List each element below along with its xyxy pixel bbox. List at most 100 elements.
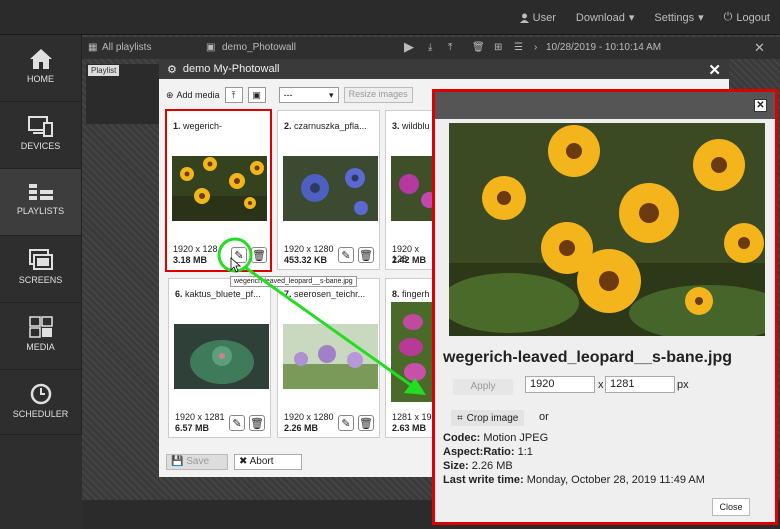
delete-button[interactable]: 🗑 <box>251 247 267 263</box>
media-card[interactable]: 6. kaktus_bluete_pf... 1920 x 1281 6.57 … <box>168 278 271 438</box>
sidebar-label-playlists: PLAYLISTS <box>16 206 65 216</box>
save-button[interactable]: 💾 Save <box>166 454 228 470</box>
card-thumbnail <box>283 324 378 389</box>
card-thumbnail <box>391 302 434 402</box>
edit-button[interactable]: ✎ <box>229 415 245 431</box>
sidebar-item-scheduler[interactable]: SCHEDULER <box>0 370 82 435</box>
upload-icon[interactable]: ⤒ <box>448 42 452 53</box>
edit-icon: ✎ <box>232 417 242 430</box>
last-write-value: Monday, October 28, 2019 11:49 AM <box>526 474 705 486</box>
card-number: 6. <box>175 289 183 299</box>
edit-button[interactable]: ✎ <box>338 415 354 431</box>
close-icon[interactable]: ✕ <box>754 40 765 56</box>
image-icon: ▣ <box>252 89 261 100</box>
download-menu[interactable]: Download ▾ <box>575 11 635 25</box>
card-number: 8. <box>392 289 400 299</box>
card-title: 6. kaktus_bluete_pf... <box>175 289 261 299</box>
height-input[interactable]: 1281 <box>605 376 675 393</box>
dialog-close-button[interactable]: ✕ <box>708 61 721 79</box>
user-icon <box>519 13 529 23</box>
chevron-right-icon[interactable]: › <box>534 42 537 53</box>
card-filesize: 6.57 MB <box>175 423 210 433</box>
media-select[interactable]: --- ▾ <box>278 87 339 103</box>
delete-button[interactable]: 🗑 <box>358 415 374 431</box>
resize-images-button[interactable]: Resize images <box>343 87 413 103</box>
scheduler-icon <box>30 383 51 405</box>
crop-image-button[interactable]: ⌗ Crop image <box>451 410 525 426</box>
media-card[interactable]: 7. seerosen_teichr... 1920 x 1280 2.26 M… <box>277 278 380 438</box>
media-card[interactable]: 8. fingerh 1281 x 19 2.63 MB <box>385 278 435 438</box>
upload-button[interactable]: ⤒ <box>224 87 243 103</box>
card-filename: czarnuszka_pfla... <box>294 121 367 131</box>
abort-button[interactable]: ✖ Abort <box>234 454 302 470</box>
add-media-button[interactable]: ⊕ Add media <box>166 90 220 101</box>
download-icon[interactable]: ⤓ <box>428 42 432 53</box>
image-button[interactable]: ▣ <box>247 87 266 103</box>
delete-button[interactable]: 🗑 <box>249 415 265 431</box>
card-filename: fingerh <box>402 289 430 299</box>
playlist-datetime: 10/28/2019 - 10:10:14 AM <box>546 42 662 53</box>
sidebar-label-home: HOME <box>27 74 54 84</box>
filename-tooltip: wegerich-leaved_leopard__s-bane.jpg <box>230 276 357 287</box>
card-filename: wegerich- <box>183 121 223 131</box>
card-filesize: 453.32 KB <box>284 255 328 265</box>
card-title: 7. seerosen_teichr... <box>284 289 365 299</box>
close-button[interactable]: Close <box>712 498 750 516</box>
caret-down-icon: ▾ <box>628 12 635 24</box>
card-title: 1. wegerich- <box>173 121 222 131</box>
trash-icon[interactable]: 🗑 <box>472 42 485 53</box>
sidebar-label-devices: DEVICES <box>20 141 61 151</box>
download-label: Download <box>575 11 625 24</box>
media-icon <box>28 316 53 338</box>
ratio-value: 1:1 <box>517 446 533 458</box>
edit-button[interactable]: ✎ <box>231 247 247 263</box>
logout-link[interactable]: ⏻ Logout <box>724 11 770 24</box>
media-toolbar: ⊕ Add media ⤒ ▣ --- ▾ Resize images <box>166 86 413 104</box>
edit-button[interactable]: ✎ <box>338 247 354 263</box>
sidebar-item-devices[interactable]: DEVICES <box>0 102 82 169</box>
card-number: 1. <box>173 121 181 131</box>
settings-icon: ⚙ <box>167 63 177 76</box>
card-title: 2. czarnuszka_pfla... <box>284 121 367 131</box>
save-label: Save <box>186 456 210 467</box>
user-menu[interactable]: User <box>519 11 556 24</box>
width-input[interactable]: 1920 <box>525 376 595 393</box>
devices-icon <box>27 116 53 137</box>
trash-icon: 🗑 <box>359 249 373 262</box>
card-dimensions: 1920 x 1281 <box>175 412 225 422</box>
media-card[interactable]: 2. czarnuszka_pfla... 1920 x 1280 453.32… <box>277 110 380 270</box>
media-card[interactable]: 1. wegerich- 1920 x 128 3.18 MB ✎ 🗑 <box>165 109 272 272</box>
px-unit-label: px <box>677 379 689 391</box>
sidebar-item-playlists[interactable]: PLAYLISTS <box>0 169 82 236</box>
media-card[interactable]: 3. wildblu 1920 x 128 2.42 MB <box>385 110 435 270</box>
apply-button[interactable]: Apply <box>453 379 513 395</box>
grid-icon: ▦ <box>88 42 98 53</box>
home-icon <box>29 49 52 69</box>
list-icon[interactable]: ☰ <box>514 42 523 53</box>
edit-icon: ✎ <box>341 249 351 262</box>
card-thumbnail <box>391 156 434 221</box>
edit-icon: ✎ <box>341 417 351 430</box>
sidebar-item-screens[interactable]: SCREENS <box>0 236 82 303</box>
upload-icon: ⤒ <box>231 89 236 100</box>
detail-close-icon[interactable]: ✕ <box>754 99 767 112</box>
add-icon[interactable]: ⊞ <box>494 42 502 53</box>
last-write-label: Last write time: <box>443 474 524 486</box>
sidebar-item-media[interactable]: MEDIA <box>0 303 82 370</box>
playlist-toolbar: ▦ All playlists ▣ demo_Photowall ▶ ⤓ ⤒ 🗑… <box>82 37 780 59</box>
monitor-icon: ▣ <box>206 42 216 53</box>
card-title: 3. wildblu <box>392 121 430 131</box>
chevron-down-icon: ▾ <box>329 89 334 100</box>
plus-circle-icon: ⊕ <box>166 89 174 100</box>
screens-icon <box>28 249 53 270</box>
settings-menu[interactable]: Settings ▾ <box>654 11 703 25</box>
play-icon[interactable]: ▶ <box>404 39 414 55</box>
top-navbar: User Download ▾ Settings ▾ ⏻ Logout <box>0 0 780 35</box>
sidebar-item-home[interactable]: HOME <box>0 35 82 102</box>
card-dimensions: 1920 x 1280 <box>284 244 334 254</box>
all-playlists-link[interactable]: All playlists <box>102 42 151 53</box>
delete-button[interactable]: 🗑 <box>358 247 374 263</box>
user-label: User <box>532 11 556 24</box>
card-dimensions: 1281 x 19 <box>392 412 432 422</box>
card-filename: seerosen_teichr... <box>294 289 366 299</box>
